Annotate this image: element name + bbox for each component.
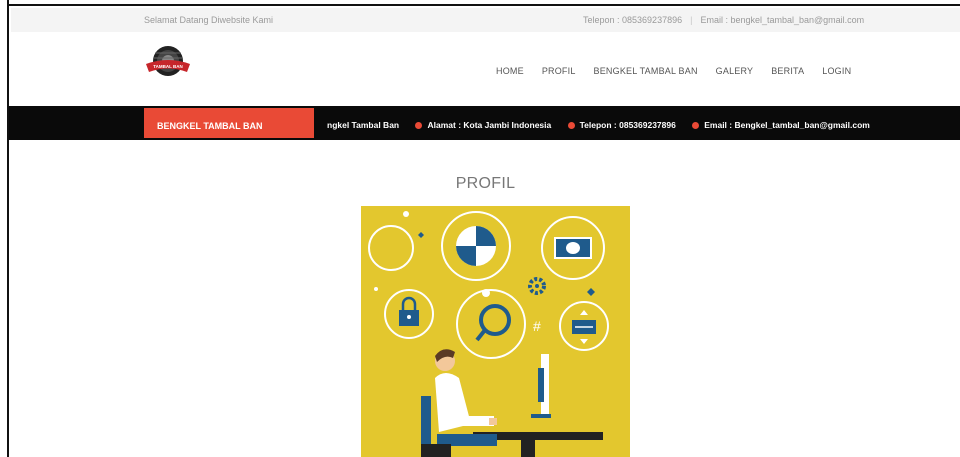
ticker-email: Email : Bengkel_tambal_ban@gmail.com xyxy=(704,120,870,130)
profile-illustration: # xyxy=(361,206,630,457)
window-frame-left xyxy=(0,0,9,457)
nav-berita[interactable]: BERITA xyxy=(771,66,804,76)
ticker-phone: Telepon : 085369237896 xyxy=(579,120,676,130)
welcome-text: Selamat Datang Diwebsite Kami xyxy=(144,15,274,25)
page-title: PROFIL xyxy=(455,175,516,192)
ticker-item: Telepon : 085369237896 xyxy=(567,120,676,130)
tire-logo-icon: TAMBAL BAN xyxy=(146,46,190,76)
top-phone: Telepon : 085369237896 xyxy=(583,15,683,25)
main-nav: HOME PROFIL BENGKEL TAMBAL BAN GALERY BE… xyxy=(496,66,851,76)
nav-galery[interactable]: GALERY xyxy=(716,66,754,76)
site-header: TAMBAL BAN HOME PROFIL BENGKEL TAMBAL BA… xyxy=(11,32,960,106)
top-info-bar: Selamat Datang Diwebsite Kami Telepon : … xyxy=(11,8,960,32)
svg-text:#: # xyxy=(533,318,541,334)
logo-text: TAMBAL BAN xyxy=(153,64,183,69)
top-separator: | xyxy=(690,15,693,25)
ticker-item: Email : Bengkel_tambal_ban@gmail.com xyxy=(692,120,870,130)
window-frame-top xyxy=(0,0,960,6)
bullet-dot-icon xyxy=(692,122,700,129)
nav-profil[interactable]: PROFIL xyxy=(542,66,576,76)
top-email: Email : bengkel_tambal_ban@gmail.com xyxy=(700,15,865,25)
news-ticker: BENGKEL TAMBAL BAN ngkel Tambal Ban Alam… xyxy=(9,106,960,140)
nav-home[interactable]: HOME xyxy=(496,66,524,76)
top-contact: Telepon : 085369237896 | Email : bengkel_t… xyxy=(583,15,864,25)
bullet-dot-icon xyxy=(415,122,423,129)
ticker-item: Alamat : Kota Jambi Indonesia xyxy=(415,120,551,130)
ticker-lead: ngkel Tambal Ban xyxy=(327,120,400,130)
ticker-address: Alamat : Kota Jambi Indonesia xyxy=(427,120,552,130)
main-content: PROFIL # xyxy=(11,140,960,457)
nav-login[interactable]: LOGIN xyxy=(822,66,851,76)
ticker-marquee: ngkel Tambal Ban Alamat : Kota Jambi Ind… xyxy=(327,120,884,130)
ticker-label: BENGKEL TAMBAL BAN xyxy=(144,108,314,138)
bullet-dot-icon xyxy=(567,122,575,129)
nav-bengkel[interactable]: BENGKEL TAMBAL BAN xyxy=(594,66,698,76)
site-logo[interactable]: TAMBAL BAN xyxy=(143,44,193,82)
